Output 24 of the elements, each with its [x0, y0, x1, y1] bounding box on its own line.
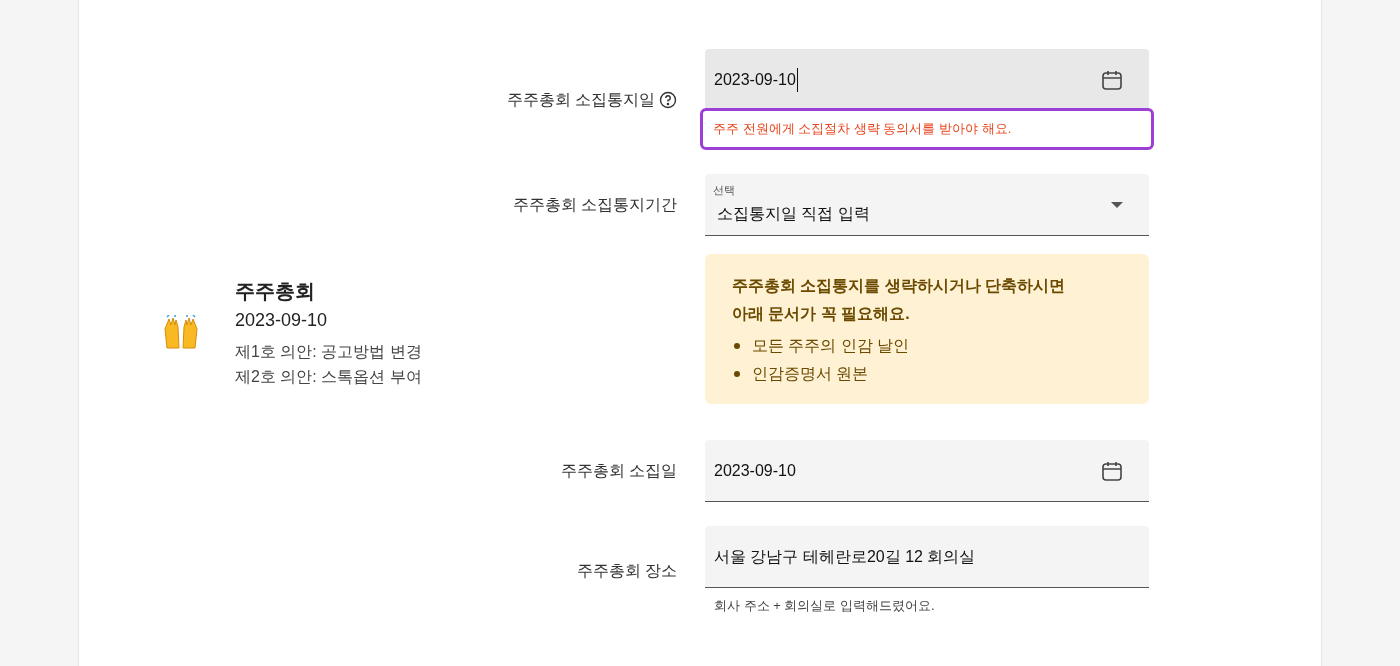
- meeting-date: 2023-09-10: [235, 309, 329, 332]
- notice-item: 모든 주주의 인감 날인: [752, 336, 910, 356]
- meeting-title: 주주총회: [235, 279, 316, 304]
- bullet-icon: [734, 371, 740, 377]
- date-field[interactable]: 2023-09-10: [705, 49, 1149, 111]
- caret-icon: [1111, 201, 1123, 208]
- field-label: 주주총회 소집통지기간: [512, 195, 677, 215]
- helper-text: 회사 주소 + 회의실로 입력해드렸어요.: [713, 597, 936, 615]
- agenda-item: 제1호 의안: 공고방법 변경: [235, 342, 422, 362]
- calendar-icon[interactable]: [1101, 69, 1123, 91]
- date-field[interactable]: 2023-09-10: [705, 440, 1149, 502]
- field-label: 주주총회 장소: [576, 560, 677, 581]
- field-label: 주주총회 소집통지일: [506, 89, 655, 110]
- select-dropdown[interactable]: 선택 소집통지일 직접 입력: [705, 174, 1149, 236]
- field-label: 주주총회 소집일: [560, 461, 677, 481]
- error-message: 주주 전원에게 소집절차 생략 동의서를 받아야 해요.: [700, 108, 1154, 150]
- calendar-icon[interactable]: [1101, 459, 1123, 482]
- raised-hands-icon: [161, 315, 201, 351]
- notice-heading: 주주총회 소집통지를 생략하시거나 단축하시면 아래 문서가 꼭 필요해요.: [732, 276, 1067, 324]
- bullet-icon: [734, 343, 740, 349]
- notice-item: 인감증명서 원본: [752, 364, 869, 384]
- input-field[interactable]: 서울 강남구 테헤란로20길 12 회의실: [705, 526, 1149, 588]
- agenda-item: 제2호 의안: 스톡옵션 부여: [235, 367, 422, 387]
- help-icon[interactable]: [659, 90, 677, 109]
